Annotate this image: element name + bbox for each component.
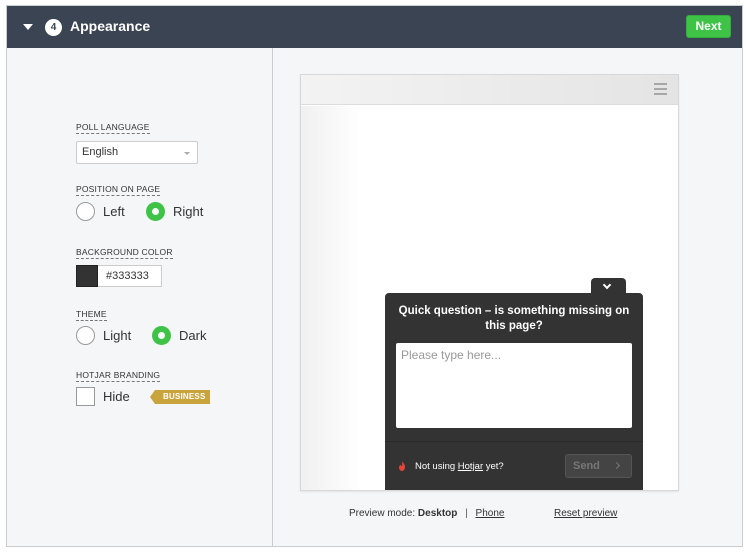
position-right-radio[interactable] bbox=[146, 202, 165, 221]
section-title: Appearance bbox=[70, 18, 151, 34]
poll-footer: Not using Hotjar yet? Send bbox=[385, 441, 643, 490]
position-right-label[interactable]: Right bbox=[173, 204, 203, 219]
position-left-radio[interactable] bbox=[76, 202, 95, 221]
next-button[interactable]: Next bbox=[686, 15, 731, 38]
theme-dark-radio[interactable] bbox=[152, 326, 171, 345]
send-label: Send bbox=[573, 460, 600, 472]
hamburger-menu-icon bbox=[654, 83, 667, 95]
theme-label: Theme bbox=[76, 309, 107, 321]
poll-widget: Quick question – is something missing on… bbox=[385, 293, 643, 490]
preview-mode-switch: Preview mode: Desktop | Phone bbox=[349, 508, 504, 519]
section-header[interactable]: 4 Appearance Next bbox=[7, 6, 742, 48]
poll-answer-textarea[interactable]: Please type here... bbox=[396, 343, 632, 428]
hide-branding-label[interactable]: Hide bbox=[103, 389, 130, 404]
poll-language-value: English bbox=[82, 146, 119, 158]
theme-light-label[interactable]: Light bbox=[103, 328, 131, 343]
chevron-down-icon bbox=[602, 280, 612, 290]
send-button[interactable]: Send bbox=[565, 454, 632, 478]
browser-toolbar bbox=[301, 75, 678, 105]
poll-question: Quick question – is something missing on… bbox=[398, 305, 630, 332]
hotjar-link[interactable]: Hotjar bbox=[458, 461, 483, 472]
preview-mode-desktop[interactable]: Desktop bbox=[418, 508, 457, 519]
background-color-label: Background color bbox=[76, 247, 173, 259]
dropdown-caret-icon bbox=[184, 152, 190, 155]
position-left-label[interactable]: Left bbox=[103, 204, 125, 219]
color-swatch[interactable] bbox=[76, 265, 98, 287]
preview-pane: Quick question – is something missing on… bbox=[274, 48, 742, 546]
step-number-badge: 4 bbox=[45, 19, 62, 36]
theme-light-radio[interactable] bbox=[76, 326, 95, 345]
not-using-hotjar-text: Not using Hotjar yet? bbox=[415, 461, 504, 472]
branding-label: Hotjar Branding bbox=[76, 370, 161, 382]
collapse-caret-icon[interactable] bbox=[23, 24, 33, 30]
background-color-input[interactable]: #333333 bbox=[98, 265, 162, 287]
poll-language-select[interactable]: English bbox=[76, 141, 198, 164]
settings-pane: Poll Language English Position on page L… bbox=[7, 48, 273, 546]
preview-mode-label: Preview mode: bbox=[349, 508, 416, 519]
hotjar-flame-icon bbox=[399, 461, 405, 471]
preview-mode-separator: | bbox=[465, 508, 468, 519]
theme-dark-label[interactable]: Dark bbox=[179, 328, 206, 343]
preview-mode-phone[interactable]: Phone bbox=[476, 508, 505, 519]
business-badge: BUSINESS bbox=[150, 390, 210, 404]
hide-branding-checkbox[interactable] bbox=[76, 387, 95, 406]
appearance-panel: 4 Appearance Next Poll Language English … bbox=[6, 5, 743, 547]
page-shadow bbox=[301, 106, 361, 490]
browser-preview: Quick question – is something missing on… bbox=[300, 74, 679, 491]
poll-language-label: Poll Language bbox=[76, 122, 150, 134]
position-label: Position on page bbox=[76, 184, 161, 196]
reset-preview-link[interactable]: Reset preview bbox=[554, 508, 617, 519]
arrow-right-icon bbox=[612, 461, 621, 470]
